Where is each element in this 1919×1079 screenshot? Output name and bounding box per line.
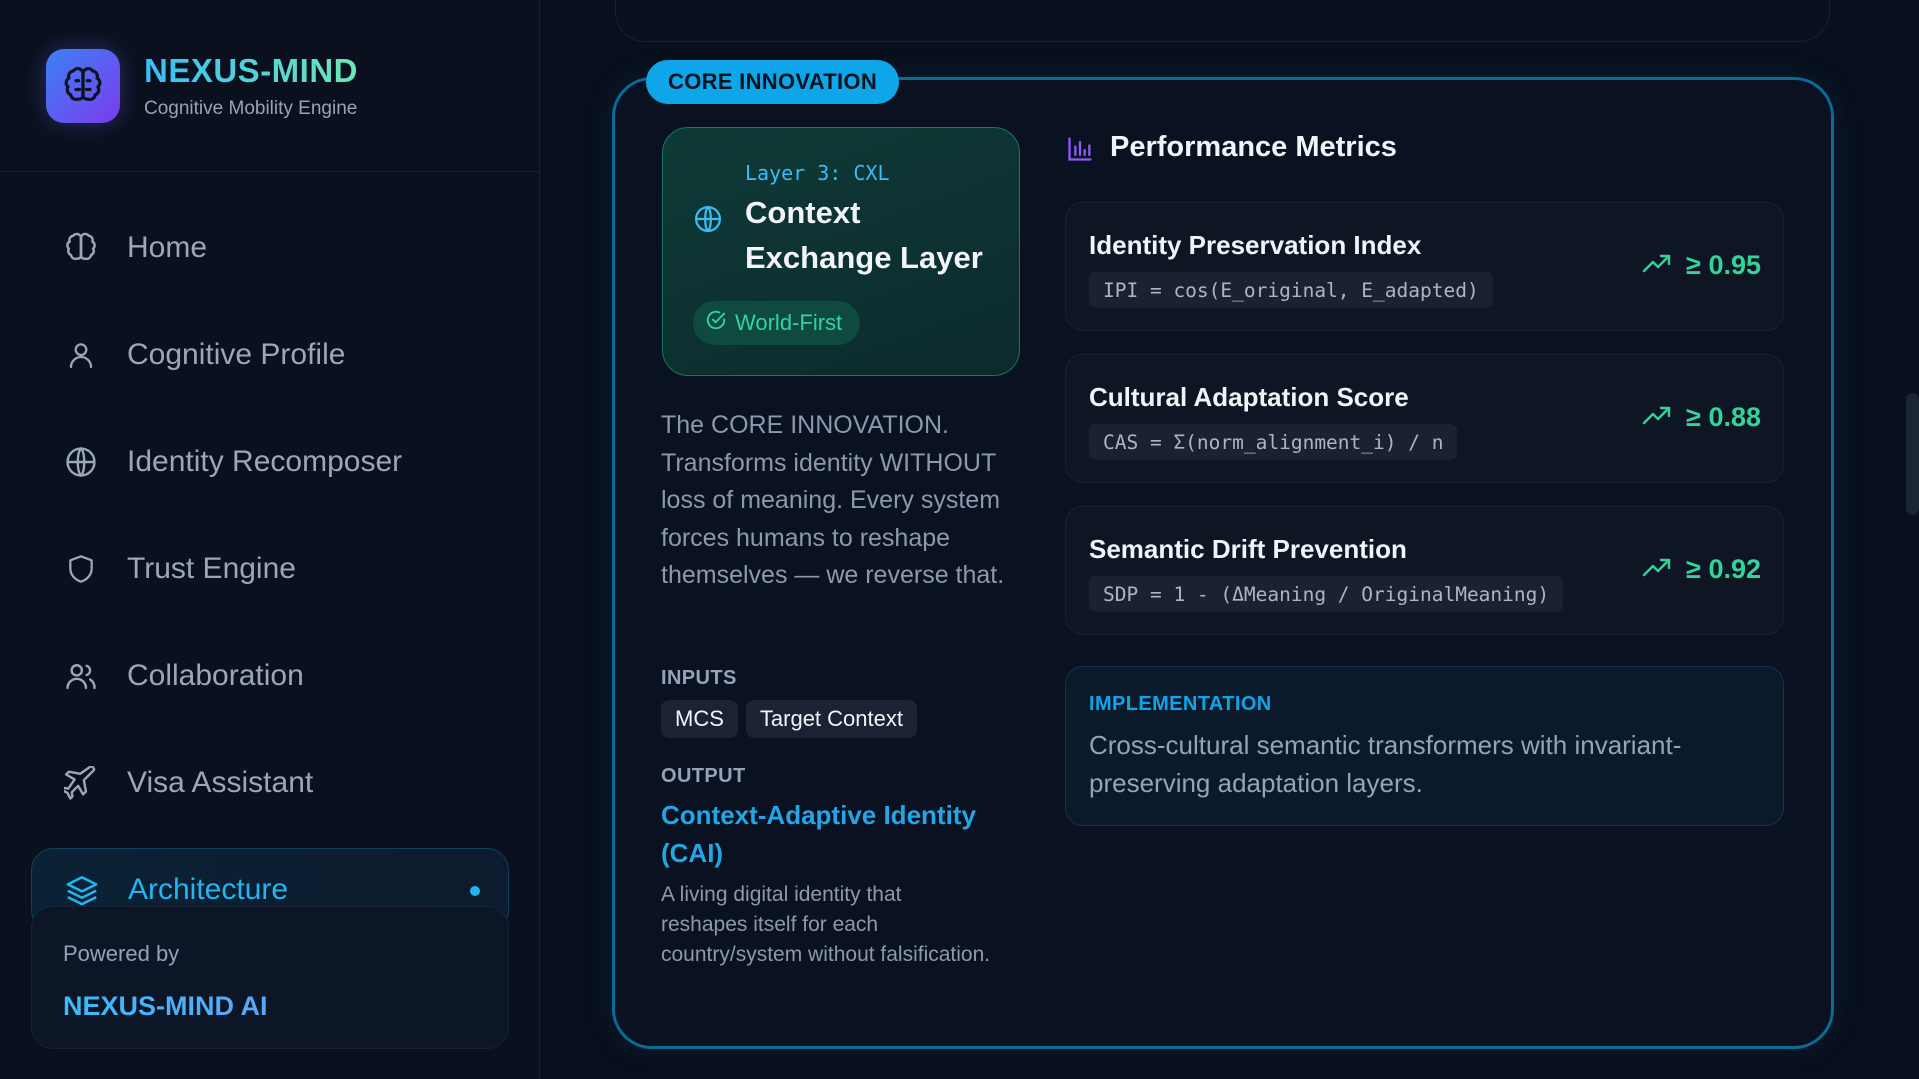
metric-formula: CAS = Σ(norm_alignment_i) / n bbox=[1089, 424, 1458, 460]
sidebar-item-trust-engine[interactable]: Trust Engine bbox=[31, 527, 509, 611]
sidebar: NEXUS-MIND Cognitive Mobility Engine Hom… bbox=[0, 0, 540, 1079]
sidebar-item-label: Visa Assistant bbox=[127, 766, 314, 799]
sidebar-item-label: Identity Recomposer bbox=[127, 445, 403, 478]
layer-description: The CORE INNOVATION. Transforms identity… bbox=[661, 411, 1005, 589]
powered-by-name: NEXUS-MIND AI bbox=[63, 991, 508, 1022]
implementation-card: IMPLEMENTATION Cross-cultural semantic t… bbox=[1065, 666, 1784, 826]
layer-tag: Layer 3: CXL bbox=[745, 161, 890, 185]
metric-formula: IPI = cos(E_original, E_adapted) bbox=[1089, 272, 1493, 308]
brain-icon bbox=[46, 48, 120, 123]
metric-formula: SDP = 1 - (ΔMeaning / OriginalMeaning) bbox=[1089, 576, 1564, 612]
metric-value-text: ≥ 0.92 bbox=[1686, 554, 1761, 584]
performance-metrics-title: Performance Metrics bbox=[1110, 131, 1397, 163]
metric-value: ≥ 0.92 bbox=[1642, 554, 1761, 585]
inputs-list: MCS Target Context bbox=[661, 700, 917, 738]
metric-value: ≥ 0.88 bbox=[1642, 402, 1761, 433]
output-title: Context-Adaptive Identity (CAI) bbox=[661, 800, 976, 868]
world-first-badge: World-First bbox=[693, 301, 861, 345]
sidebar-item-visa-assistant[interactable]: Visa Assistant bbox=[31, 741, 509, 825]
sidebar-item-home[interactable]: Home bbox=[31, 206, 509, 290]
implementation-label: IMPLEMENTATION bbox=[1089, 693, 1272, 715]
trending-up-icon bbox=[1642, 554, 1672, 585]
brand[interactable]: NEXUS-MIND Cognitive Mobility Engine bbox=[0, 0, 539, 172]
sidebar-item-label: Trust Engine bbox=[127, 552, 296, 585]
globe-icon bbox=[61, 442, 101, 482]
bar-chart-icon bbox=[1066, 135, 1094, 168]
world-first-label: World-First bbox=[735, 310, 843, 335]
metric-card: Cultural Adaptation Score CAS = Σ(norm_a… bbox=[1065, 354, 1784, 483]
metric-name: Semantic Drift Prevention bbox=[1089, 534, 1407, 564]
implementation-text: Cross-cultural semantic transformers wit… bbox=[1089, 730, 1682, 798]
sidebar-item-cognitive-profile[interactable]: Cognitive Profile bbox=[31, 313, 509, 397]
users-icon bbox=[61, 656, 101, 696]
layer-name: Context Exchange Layer bbox=[745, 195, 983, 275]
trending-up-icon bbox=[1642, 402, 1672, 433]
sidebar-item-identity-recomposer[interactable]: Identity Recomposer bbox=[31, 420, 509, 504]
shield-icon bbox=[61, 549, 101, 589]
trending-up-icon bbox=[1642, 250, 1672, 281]
input-chip: MCS bbox=[661, 700, 738, 738]
powered-by-label: Powered by bbox=[63, 941, 180, 966]
sidebar-item-label: Architecture bbox=[128, 873, 289, 906]
sidebar-item-label: Home bbox=[127, 231, 208, 264]
core-innovation-badge: CORE INNOVATION bbox=[646, 60, 900, 104]
previous-card bbox=[615, 0, 1830, 42]
output-label: OUTPUT bbox=[661, 765, 746, 787]
powered-by-card: Powered by NEXUS-MIND AI bbox=[31, 906, 509, 1049]
globe-icon bbox=[693, 204, 723, 239]
active-indicator bbox=[470, 886, 480, 896]
metric-card: Semantic Drift Prevention SDP = 1 - (ΔMe… bbox=[1065, 506, 1784, 635]
output-description: A living digital identity that reshapes … bbox=[661, 883, 991, 966]
metric-value-text: ≥ 0.88 bbox=[1686, 402, 1761, 432]
metric-name: Identity Preservation Index bbox=[1089, 230, 1422, 260]
scrollbar-thumb[interactable] bbox=[1906, 393, 1919, 515]
brand-subtitle: Cognitive Mobility Engine bbox=[144, 97, 358, 119]
layers-icon bbox=[62, 870, 102, 910]
metric-name: Cultural Adaptation Score bbox=[1089, 382, 1409, 412]
inputs-label: INPUTS bbox=[661, 667, 737, 689]
check-circle-icon bbox=[705, 309, 727, 337]
brain-icon bbox=[61, 228, 101, 268]
sidebar-item-label: Cognitive Profile bbox=[127, 338, 346, 371]
sidebar-item-label: Collaboration bbox=[127, 659, 304, 692]
user-icon bbox=[61, 335, 101, 375]
layer-card: Layer 3: CXL Context Exchange Layer Worl… bbox=[662, 127, 1020, 376]
metric-card: Identity Preservation Index IPI = cos(E_… bbox=[1065, 202, 1784, 331]
brand-title: NEXUS-MIND bbox=[144, 51, 359, 89]
metric-value: ≥ 0.95 bbox=[1642, 250, 1761, 281]
metric-value-text: ≥ 0.95 bbox=[1686, 250, 1761, 280]
sidebar-item-collaboration[interactable]: Collaboration bbox=[31, 634, 509, 718]
plane-icon bbox=[61, 763, 101, 803]
input-chip: Target Context bbox=[745, 700, 917, 738]
